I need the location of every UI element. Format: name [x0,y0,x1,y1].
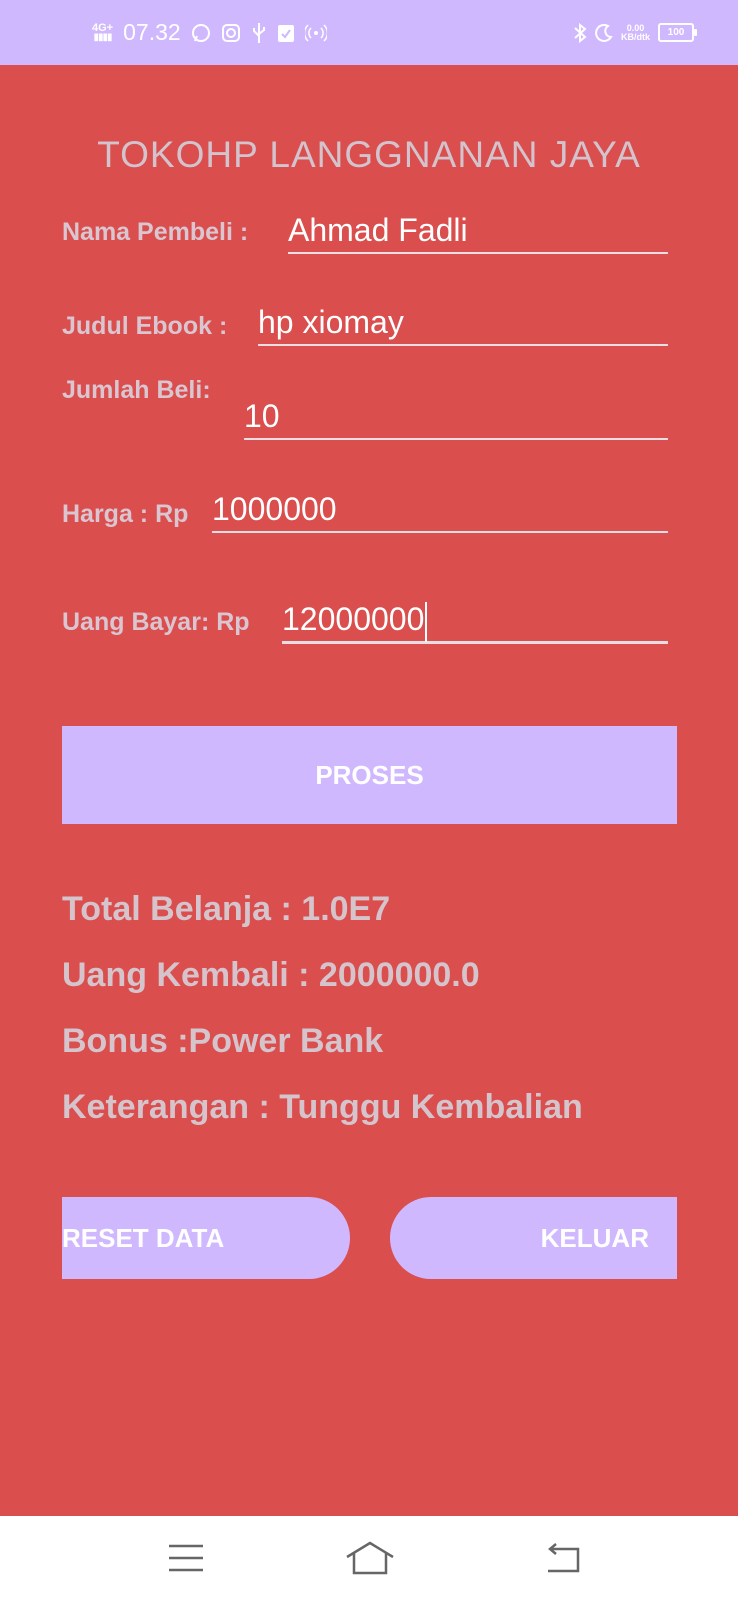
total-belanja-text: Total Belanja : 1.0E7 [62,890,391,928]
network-indicator: 4G+ ▮▮▮▮ [92,22,113,43]
nama-pembeli-input[interactable]: Ahmad Fadli [288,208,668,254]
clipboard-check-icon [277,23,295,43]
battery-icon: 100 [658,23,697,42]
bluetooth-icon [573,22,587,43]
uang-bayar-value: 12000000 [282,601,425,637]
navigation-bar [0,1516,738,1600]
home-icon[interactable] [342,1532,398,1584]
signal-icon: ▮▮▮▮ [93,31,113,43]
keluar-button-label: KELUAR [540,1222,649,1253]
menu-icon[interactable] [158,1532,214,1584]
judul-ebook-label: Judul Ebook : [62,312,228,340]
judul-ebook-input[interactable]: hp xiomay [258,300,668,346]
uang-bayar-label: Uang Bayar: Rp [62,608,250,636]
usb-icon [251,22,267,44]
harga-label: Harga : Rp [62,500,189,528]
app-title: TOKOHP LANGGNANAN JAYA [97,134,641,175]
jumlah-beli-input[interactable]: 10 [244,394,668,440]
reset-data-button-label: RESET DATA [62,1222,225,1253]
jumlah-beli-label: Jumlah Beli: [62,376,211,404]
nama-pembeli-label: Nama Pembeli : [62,218,249,246]
data-speed: 0.00 KB/dtk [621,23,650,42]
keterangan-text: Keterangan : Tunggu Kembalian [62,1088,583,1126]
harga-value: 1000000 [212,491,337,527]
harga-input[interactable]: 1000000 [212,487,668,533]
clock: 07.32 [123,19,181,45]
battery-level: 100 [667,27,685,38]
hotspot-icon [304,23,327,42]
reset-data-button[interactable]: RESET DATA [62,1197,350,1279]
bonus-text: Bonus :Power Bank [62,1022,384,1060]
instagram-icon [221,23,241,43]
status-bar: 4G+ ▮▮▮▮ 07.32 0.00 KB/dtk 100 [0,0,738,65]
proses-button-label: PROSES [315,759,424,790]
uang-kembali-text: Uang Kembali : 2000000.0 [62,956,480,994]
jumlah-beli-value: 10 [244,398,280,434]
status-bar-right: 0.00 KB/dtk 100 [573,0,697,65]
nama-pembeli-value: Ahmad Fadli [288,212,468,248]
moon-icon [595,23,613,42]
proses-button[interactable]: PROSES [62,726,677,824]
text-cursor [425,601,428,642]
whatsapp-icon [191,23,211,43]
keluar-button[interactable]: KELUAR [390,1197,677,1279]
back-icon[interactable] [534,1532,590,1584]
status-bar-left: 4G+ ▮▮▮▮ 07.32 [92,0,327,65]
uang-bayar-input[interactable]: 12000000 [282,597,668,644]
speed-unit: KB/dtk [621,31,650,42]
judul-ebook-value: hp xiomay [258,304,404,340]
